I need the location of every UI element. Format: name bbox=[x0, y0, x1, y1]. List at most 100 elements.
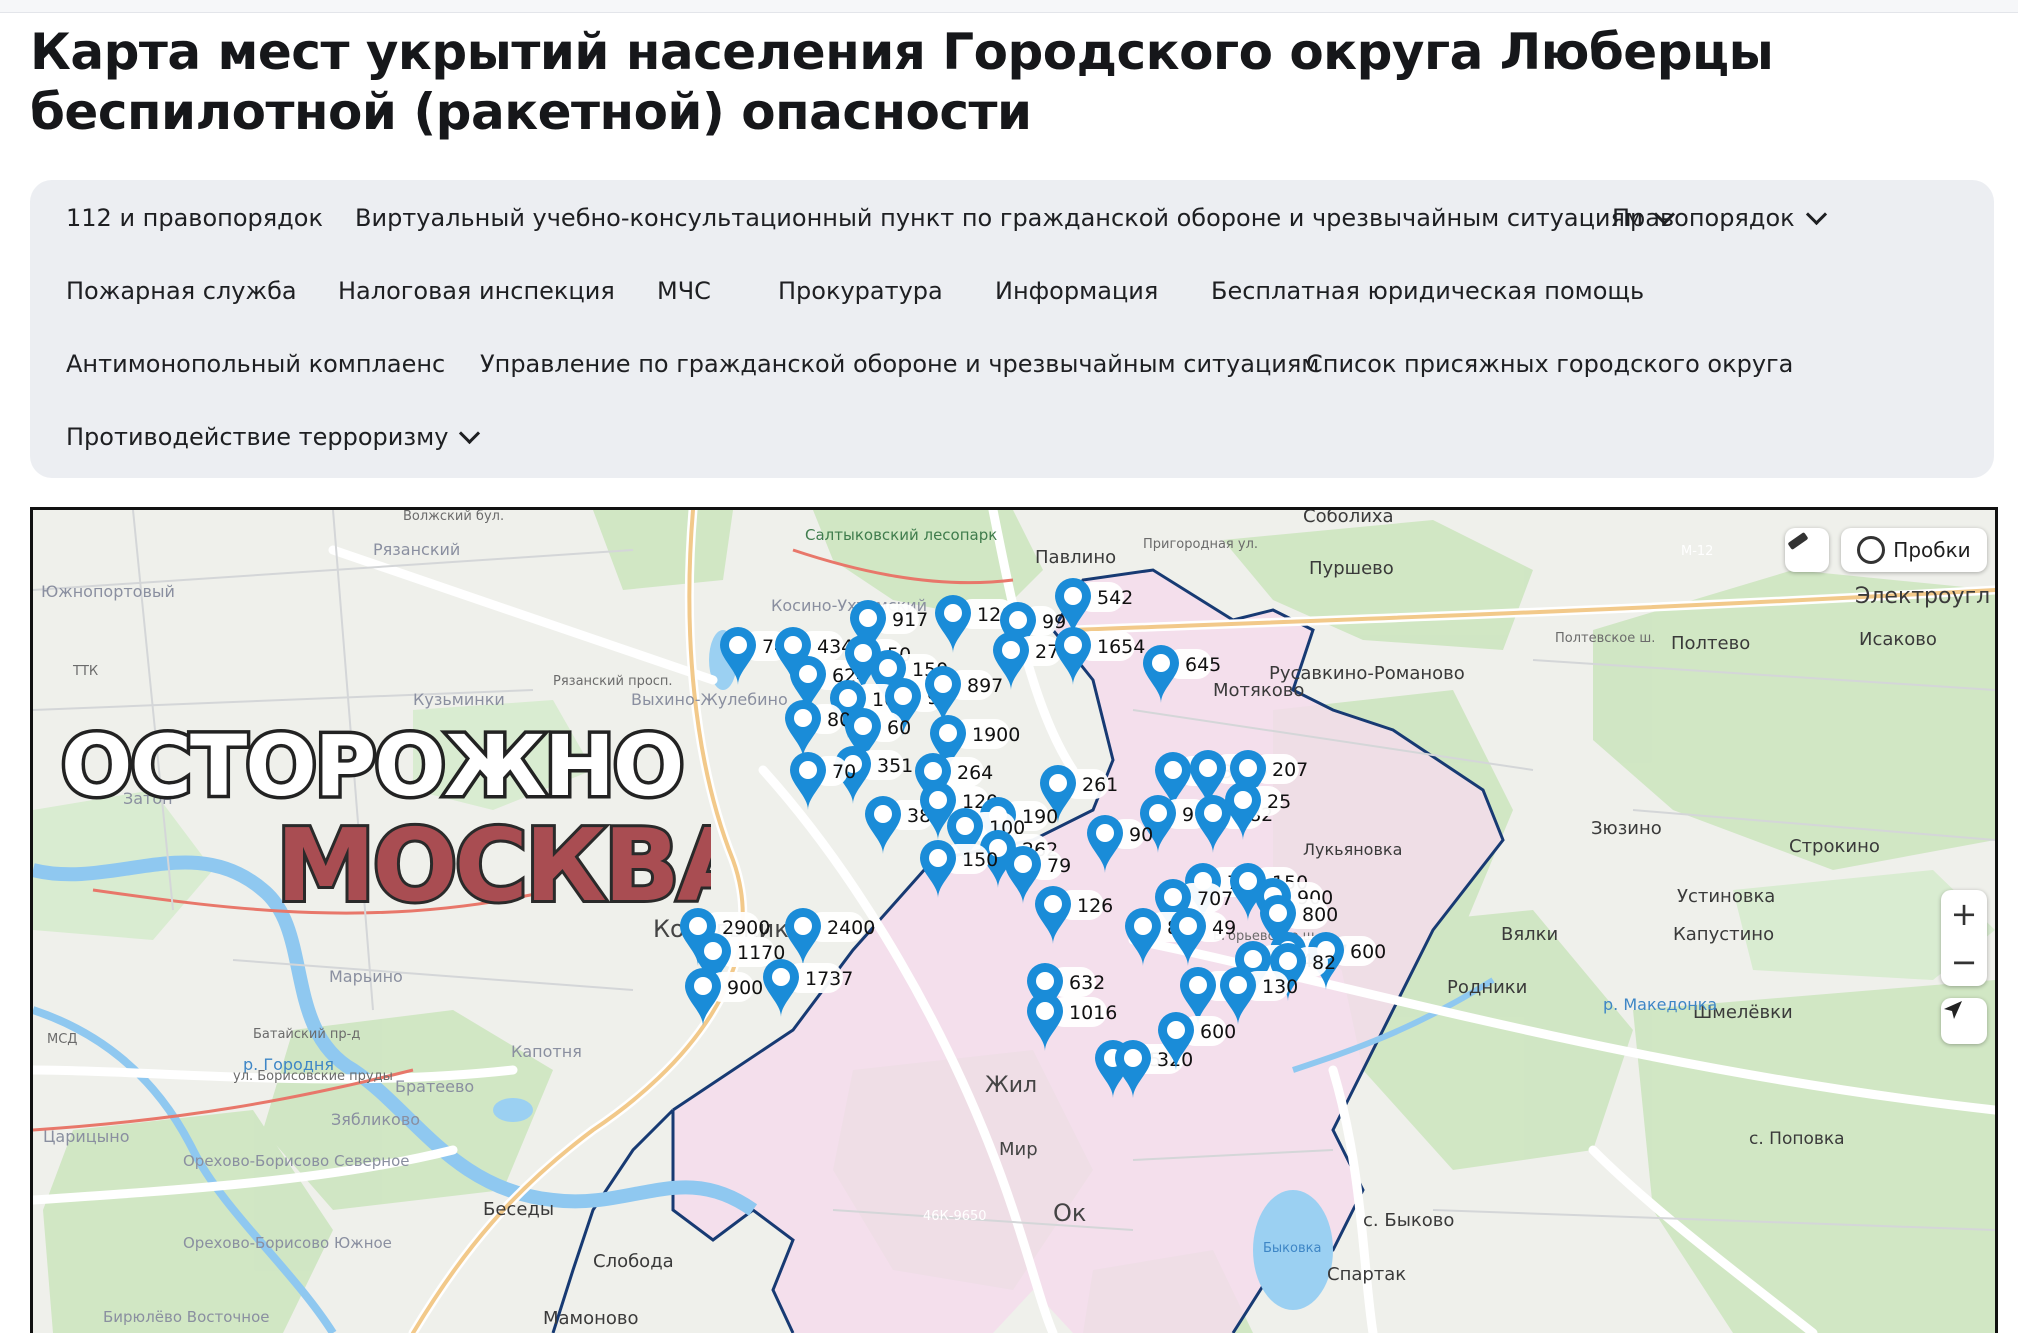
nav-item-label: Налоговая инспекция bbox=[338, 277, 615, 305]
road-label: Пригородная ул. bbox=[1143, 537, 1258, 552]
marker-label: 126 bbox=[1077, 895, 1113, 917]
marker-label: 900 bbox=[727, 977, 763, 999]
road-label: Быковка bbox=[1263, 1241, 1321, 1256]
marker-label: 79 bbox=[1047, 855, 1071, 877]
nav-item-jurors[interactable]: Список присяжных городского округа bbox=[1306, 350, 1793, 378]
place-label: Зябликово bbox=[331, 1110, 420, 1129]
place-label: Капустино bbox=[1673, 924, 1774, 945]
place-label: Орехово-Борисово Северное bbox=[183, 1152, 410, 1170]
nav-item-label: Прокуратура bbox=[778, 277, 943, 305]
marker-label: 1900 bbox=[972, 724, 1020, 746]
place-label: Пуршево bbox=[1309, 558, 1394, 579]
marker-label: 351 bbox=[877, 755, 913, 777]
logo-line-2: МОСКВА bbox=[276, 807, 711, 910]
place-label: Лукьяновка bbox=[1303, 840, 1402, 859]
marker-label: 1654 bbox=[1097, 636, 1145, 658]
place-label: Беседы bbox=[483, 1199, 554, 1220]
zoom-in-button[interactable]: + bbox=[1951, 890, 1978, 938]
place-label: Братеево bbox=[395, 1077, 474, 1096]
place-label: Исаково bbox=[1859, 629, 1937, 650]
marker-label: 70 bbox=[832, 761, 856, 783]
marker-label: 82 bbox=[1312, 952, 1336, 974]
marker-label: 207 bbox=[1272, 759, 1308, 781]
place-label: Южнопортовый bbox=[41, 582, 175, 601]
road-label: Рязанский просп. bbox=[553, 674, 673, 689]
logo-line-1: ОСТОРОЖНО bbox=[61, 720, 682, 815]
nav-item-label: Информация bbox=[995, 277, 1159, 305]
traffic-icon bbox=[1857, 536, 1886, 564]
nav-item-label: Управление по гражданской обороне и чрез… bbox=[480, 350, 1320, 378]
place-label: Царицыно bbox=[43, 1127, 130, 1146]
place-label: Соболиха bbox=[1303, 510, 1394, 527]
marker-label: 190 bbox=[1022, 806, 1058, 828]
place-label: Вялки bbox=[1501, 924, 1558, 945]
place-label: с. Быково bbox=[1363, 1210, 1454, 1231]
road-label: МСД bbox=[47, 1032, 77, 1047]
road-label: Волжский бул. bbox=[403, 510, 504, 524]
nav-item-legal-aid[interactable]: Бесплатная юридическая помощь bbox=[1211, 277, 1644, 305]
marker-label: 542 bbox=[1097, 587, 1133, 609]
marker-label: 600 bbox=[1350, 941, 1386, 963]
chevron-down-icon bbox=[459, 422, 481, 444]
nav-item-antiterror[interactable]: Противодействие терроризму bbox=[66, 422, 481, 451]
ruler-icon bbox=[1788, 532, 1808, 550]
top-bar bbox=[0, 0, 2018, 13]
nav-item-label: Пожарная служба bbox=[66, 277, 297, 305]
nav-item-tax[interactable]: Налоговая инспекция bbox=[338, 277, 615, 305]
place-label: Строкино bbox=[1789, 836, 1880, 857]
road-label: 46К-9650 bbox=[923, 1209, 987, 1224]
place-label: Родники bbox=[1447, 977, 1527, 998]
nav-item-112[interactable]: 112 и правопорядок bbox=[66, 204, 323, 232]
road-label: Полтевское ш. bbox=[1555, 631, 1655, 646]
nav-item-antimonopoly[interactable]: Антимонопольный комплаенс bbox=[66, 350, 445, 378]
marker-label: 1016 bbox=[1069, 1002, 1117, 1024]
place-label: с. Поповка bbox=[1749, 1129, 1845, 1149]
marker-label: 130 bbox=[1262, 976, 1298, 998]
marker-label: 150 bbox=[962, 849, 998, 871]
marker-label: 261 bbox=[1082, 774, 1118, 796]
place-label: Салтыковский лесопарк bbox=[805, 526, 997, 544]
nav-item-mchs[interactable]: МЧС bbox=[657, 277, 711, 305]
marker-label: 632 bbox=[1069, 972, 1105, 994]
place-label: Мир bbox=[999, 1139, 1038, 1160]
road-label: р. Македонка bbox=[1603, 995, 1717, 1014]
place-label: Ок bbox=[1053, 1199, 1086, 1227]
place-label: Слобода bbox=[593, 1251, 674, 1272]
marker-label: 90 bbox=[1129, 824, 1153, 846]
place-label: Электроугл bbox=[1855, 584, 1990, 609]
place-label: Мамоново bbox=[543, 1308, 639, 1329]
nav-item-law-order[interactable]: Правопорядок bbox=[1612, 203, 1827, 232]
section-nav: 112 и правопорядок Виртуальный учебно-ко… bbox=[30, 180, 1994, 478]
marker-label: 645 bbox=[1185, 654, 1221, 676]
zoom-out-button[interactable]: − bbox=[1951, 938, 1978, 986]
traffic-button[interactable]: Пробки bbox=[1841, 528, 1987, 572]
marker-label: 60 bbox=[887, 717, 911, 739]
map-canvas[interactable]: Павлино Пуршево Соболиха Электроугл Исак… bbox=[33, 510, 1995, 1333]
traffic-label: Пробки bbox=[1893, 538, 1971, 562]
marker-label: 800 bbox=[1302, 904, 1338, 926]
nav-item-fire-service[interactable]: Пожарная служба bbox=[66, 277, 297, 305]
road-label: Батайский пр-д bbox=[253, 1027, 360, 1042]
locate-button[interactable] bbox=[1941, 998, 1987, 1044]
place-label: Рязанский bbox=[373, 540, 460, 559]
ruler-button[interactable] bbox=[1785, 528, 1829, 572]
nav-item-label: Правопорядок bbox=[1612, 204, 1795, 232]
nav-item-prosecutor[interactable]: Прокуратура bbox=[778, 277, 943, 305]
marker-label: 264 bbox=[957, 762, 993, 784]
marker-label: 917 bbox=[892, 609, 928, 631]
place-label: Устиновка bbox=[1677, 886, 1775, 907]
marker-label: 707 bbox=[1197, 888, 1233, 910]
nav-item-label: Список присяжных городского округа bbox=[1306, 350, 1794, 378]
place-label: Марьино bbox=[329, 967, 403, 986]
nav-item-info[interactable]: Информация bbox=[995, 277, 1158, 305]
place-label: Выхино-Жулебино bbox=[631, 690, 788, 709]
location-arrow-icon bbox=[1944, 1001, 1962, 1019]
nav-item-label: 112 и правопорядок bbox=[66, 204, 323, 232]
place-label: Полтево bbox=[1671, 633, 1750, 654]
nav-item-civil-defense[interactable]: Управление по гражданской обороне и чрез… bbox=[480, 350, 1319, 378]
nav-item-virtual-training[interactable]: Виртуальный учебно-консультационный пунк… bbox=[355, 203, 1676, 232]
page-title: Карта мест укрытий населения Городского … bbox=[30, 23, 1774, 141]
zoom-control: + − bbox=[1941, 890, 1987, 986]
marker-label: 99 bbox=[1042, 611, 1066, 633]
shelter-map[interactable]: Павлино Пуршево Соболиха Электроугл Исак… bbox=[30, 507, 1998, 1333]
